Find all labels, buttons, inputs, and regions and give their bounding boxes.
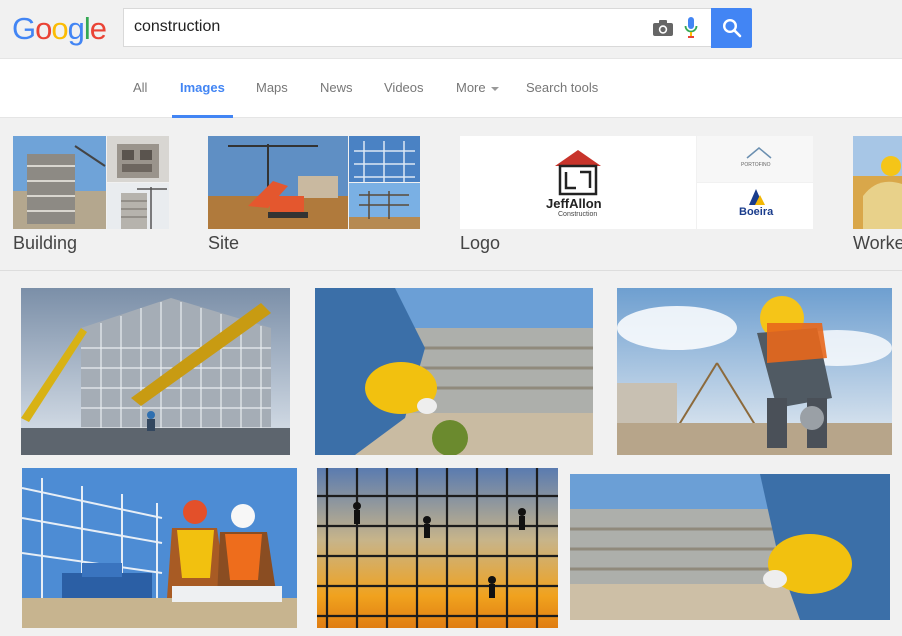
tab-videos[interactable]: Videos [384, 80, 424, 118]
image-result[interactable] [22, 468, 297, 628]
search-button[interactable] [711, 8, 752, 48]
logo-brand-subtext: Construction [558, 211, 598, 218]
logo-letter: o [51, 11, 68, 46]
construction-photo [315, 288, 593, 455]
related-searches: Building Site JeffAllon Construction POR… [0, 118, 902, 271]
thumbnail [853, 136, 902, 229]
logo-mark-icon [746, 147, 772, 159]
logo-letter: e [89, 11, 107, 46]
related-chip-label: Building [13, 233, 78, 253]
thumbnail: Boeira [697, 183, 813, 229]
chevron-down-icon [490, 86, 499, 91]
tab-all[interactable]: All [133, 80, 147, 118]
related-chip-label: Logo [460, 233, 501, 253]
image-result[interactable] [315, 288, 593, 455]
thumbnail: JeffAllon Construction [460, 136, 696, 229]
search-input[interactable]: construction [123, 8, 711, 47]
logo-letter: G [12, 11, 36, 46]
thumbnail: PORTOFINO [697, 136, 813, 182]
thumbnail [349, 183, 420, 229]
search-query[interactable]: construction [134, 18, 220, 36]
tab-news[interactable]: News [320, 80, 353, 118]
search-tools-button[interactable]: Search tools [526, 80, 598, 118]
search-icon [722, 18, 742, 38]
tab-more[interactable]: More [456, 80, 499, 118]
logo-brand-text: PORTOFINO [741, 162, 771, 168]
logo-brand-text: Boeira [739, 206, 774, 218]
construction-photo [22, 468, 297, 628]
logo-letter: g [67, 11, 85, 46]
image-result[interactable] [21, 288, 290, 455]
construction-photo [317, 468, 558, 628]
camera-icon[interactable] [652, 19, 674, 37]
image-result[interactable] [617, 288, 892, 455]
logo-brand-text: JeffAllon [546, 196, 602, 211]
google-logo[interactable]: Google [12, 11, 107, 46]
thumbnail [208, 136, 348, 229]
image-result[interactable] [317, 468, 558, 628]
related-chip-label: Site [208, 233, 240, 253]
construction-photo [617, 288, 892, 455]
thumbnail [107, 136, 169, 182]
related-chip-label: Worke [853, 233, 902, 253]
tab-images[interactable]: Images [172, 80, 233, 118]
construction-photo [570, 474, 890, 620]
thumbnail [107, 183, 169, 229]
thumbnail [349, 136, 420, 182]
tab-maps[interactable]: Maps [256, 80, 288, 118]
header: Google construction [0, 0, 902, 58]
thumbnail [13, 136, 106, 229]
construction-photo [21, 288, 290, 455]
image-result[interactable] [570, 474, 890, 620]
logo-letter: o [35, 11, 52, 46]
microphone-icon[interactable] [684, 17, 698, 39]
search-tabs: All Images Maps News Videos More Search … [0, 58, 902, 118]
tab-more-label: More [456, 80, 486, 95]
